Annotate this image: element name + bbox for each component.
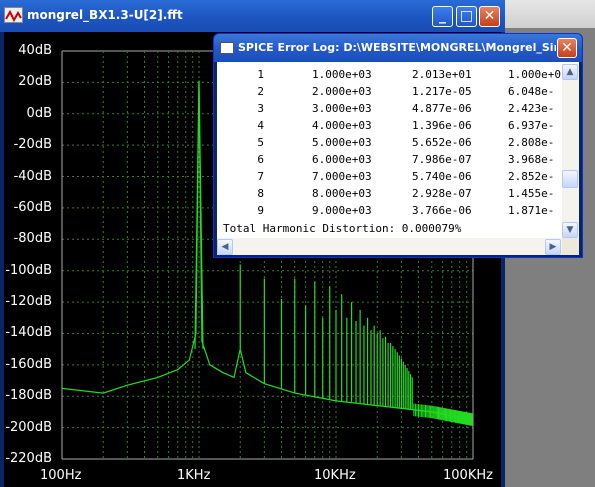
log-text-area[interactable]: 1 1.000e+03 2.013e+01 1.000e+0 2 2.000e+03 1.2…: [220, 64, 562, 238]
maximize-button[interactable]: □: [456, 6, 477, 27]
log-cell: 3.766e-06: [412, 204, 472, 217]
log-cell: 2.013e+01: [412, 68, 472, 81]
x-tick-label: 1KHz: [177, 468, 211, 483]
y-tick-label: -200dB: [5, 419, 52, 435]
close-button[interactable]: ✕: [479, 6, 500, 27]
log-cell: 5: [257, 136, 264, 149]
log-cell: 9.000e+03: [312, 204, 372, 217]
y-tick-label: 0dB: [26, 105, 52, 121]
background-toolbar: [505, 0, 595, 28]
scroll-left-button[interactable]: ◀: [217, 239, 233, 255]
log-cell: 1: [257, 68, 264, 81]
y-tick-label: -60dB: [13, 199, 52, 215]
log-cell: 2.423e-: [508, 102, 555, 115]
log-cell: 6.937e-: [508, 119, 555, 132]
y-tick-label: -220dB: [5, 451, 52, 466]
log-cell: 2.808e-: [508, 136, 555, 149]
y-tick-label: -100dB: [5, 262, 52, 278]
log-cell: 5.740e-06: [412, 170, 472, 183]
fft-titlebar[interactable]: mongrel_BX1.3-U[2].fft _ □ ✕: [0, 0, 505, 32]
scroll-up-button[interactable]: ▲: [562, 64, 578, 80]
x-tick-label: 100Hz: [40, 468, 82, 483]
thd-result: Total Harmonic Distortion: 0.000079%: [223, 222, 462, 235]
log-cell: 2.852e-: [508, 170, 555, 183]
log-cell: 8.000e+03: [312, 187, 372, 200]
resize-grip[interactable]: [562, 238, 579, 255]
x-tick-label: 10KHz: [314, 468, 356, 483]
log-cell: 1.396e-06: [412, 119, 472, 132]
waveform-icon: [4, 7, 23, 23]
horizontal-scrollbar[interactable]: ◀ ▶: [217, 238, 562, 255]
log-cell: 2.928e-07: [412, 187, 472, 200]
log-cell: 1.871e-: [508, 204, 555, 217]
y-tick-label: -80dB: [13, 231, 52, 247]
log-cell: 1.000e+0: [508, 68, 561, 81]
y-tick-label: -140dB: [5, 325, 52, 341]
y-tick-label: -120dB: [5, 294, 52, 310]
log-cell: 1.455e-: [508, 187, 555, 200]
log-cell: 6: [257, 153, 264, 166]
log-titlebar[interactable]: SPICE Error Log: D:\WEBSITE\MONGREL\Mong…: [214, 34, 582, 62]
vertical-scrollbar[interactable]: ▲ ▼: [562, 64, 579, 238]
fft-window-title: mongrel_BX1.3-U[2].fft: [27, 8, 183, 22]
log-cell: 5.000e+03: [312, 136, 372, 149]
log-window-title: SPICE Error Log: D:\WEBSITE\MONGREL\Mong…: [238, 41, 556, 54]
log-cell: 3.968e-: [508, 153, 555, 166]
log-cell: 9: [257, 204, 264, 217]
log-cell: 7.000e+03: [312, 170, 372, 183]
y-tick-label: -160dB: [5, 356, 52, 372]
log-close-button[interactable]: ✕: [557, 38, 577, 58]
log-cell: 6.000e+03: [312, 153, 372, 166]
log-cell: 4.877e-06: [412, 102, 472, 115]
log-cell: 1.000e+03: [312, 68, 372, 81]
y-tick-label: 40dB: [18, 43, 52, 58]
log-cell: 4.000e+03: [312, 119, 372, 132]
log-cell: 7: [257, 170, 264, 183]
y-tick-label: -20dB: [13, 137, 52, 153]
y-tick-label: 20dB: [18, 74, 52, 90]
y-tick-label: -40dB: [13, 168, 52, 184]
minimize-button[interactable]: _: [432, 6, 453, 27]
log-cell: 4: [257, 119, 264, 132]
y-tick-label: -180dB: [5, 388, 52, 404]
scroll-right-button[interactable]: ▶: [545, 239, 561, 255]
log-cell: 2.000e+03: [312, 85, 372, 98]
log-cell: 5.652e-06: [412, 136, 472, 149]
scroll-thumb[interactable]: [562, 170, 578, 188]
spice-error-log-window: SPICE Error Log: D:\WEBSITE\MONGREL\Mong…: [213, 33, 583, 258]
scroll-down-button[interactable]: ▼: [562, 222, 578, 238]
window-icon: [220, 42, 234, 54]
log-content: 1 1.000e+03 2.013e+01 1.000e+0 2 2.000e+03 1.2…: [217, 62, 579, 238]
log-cell: 2: [257, 85, 264, 98]
fundamental-peak: [194, 80, 204, 350]
log-cell: 8: [257, 187, 264, 200]
log-cell: 6.048e-: [508, 85, 555, 98]
log-cell: 7.986e-07: [412, 153, 472, 166]
log-cell: 1.217e-05: [412, 85, 472, 98]
log-cell: 3.000e+03: [312, 102, 372, 115]
x-tick-label: 100KHz: [443, 468, 493, 483]
log-cell: 3: [257, 102, 264, 115]
